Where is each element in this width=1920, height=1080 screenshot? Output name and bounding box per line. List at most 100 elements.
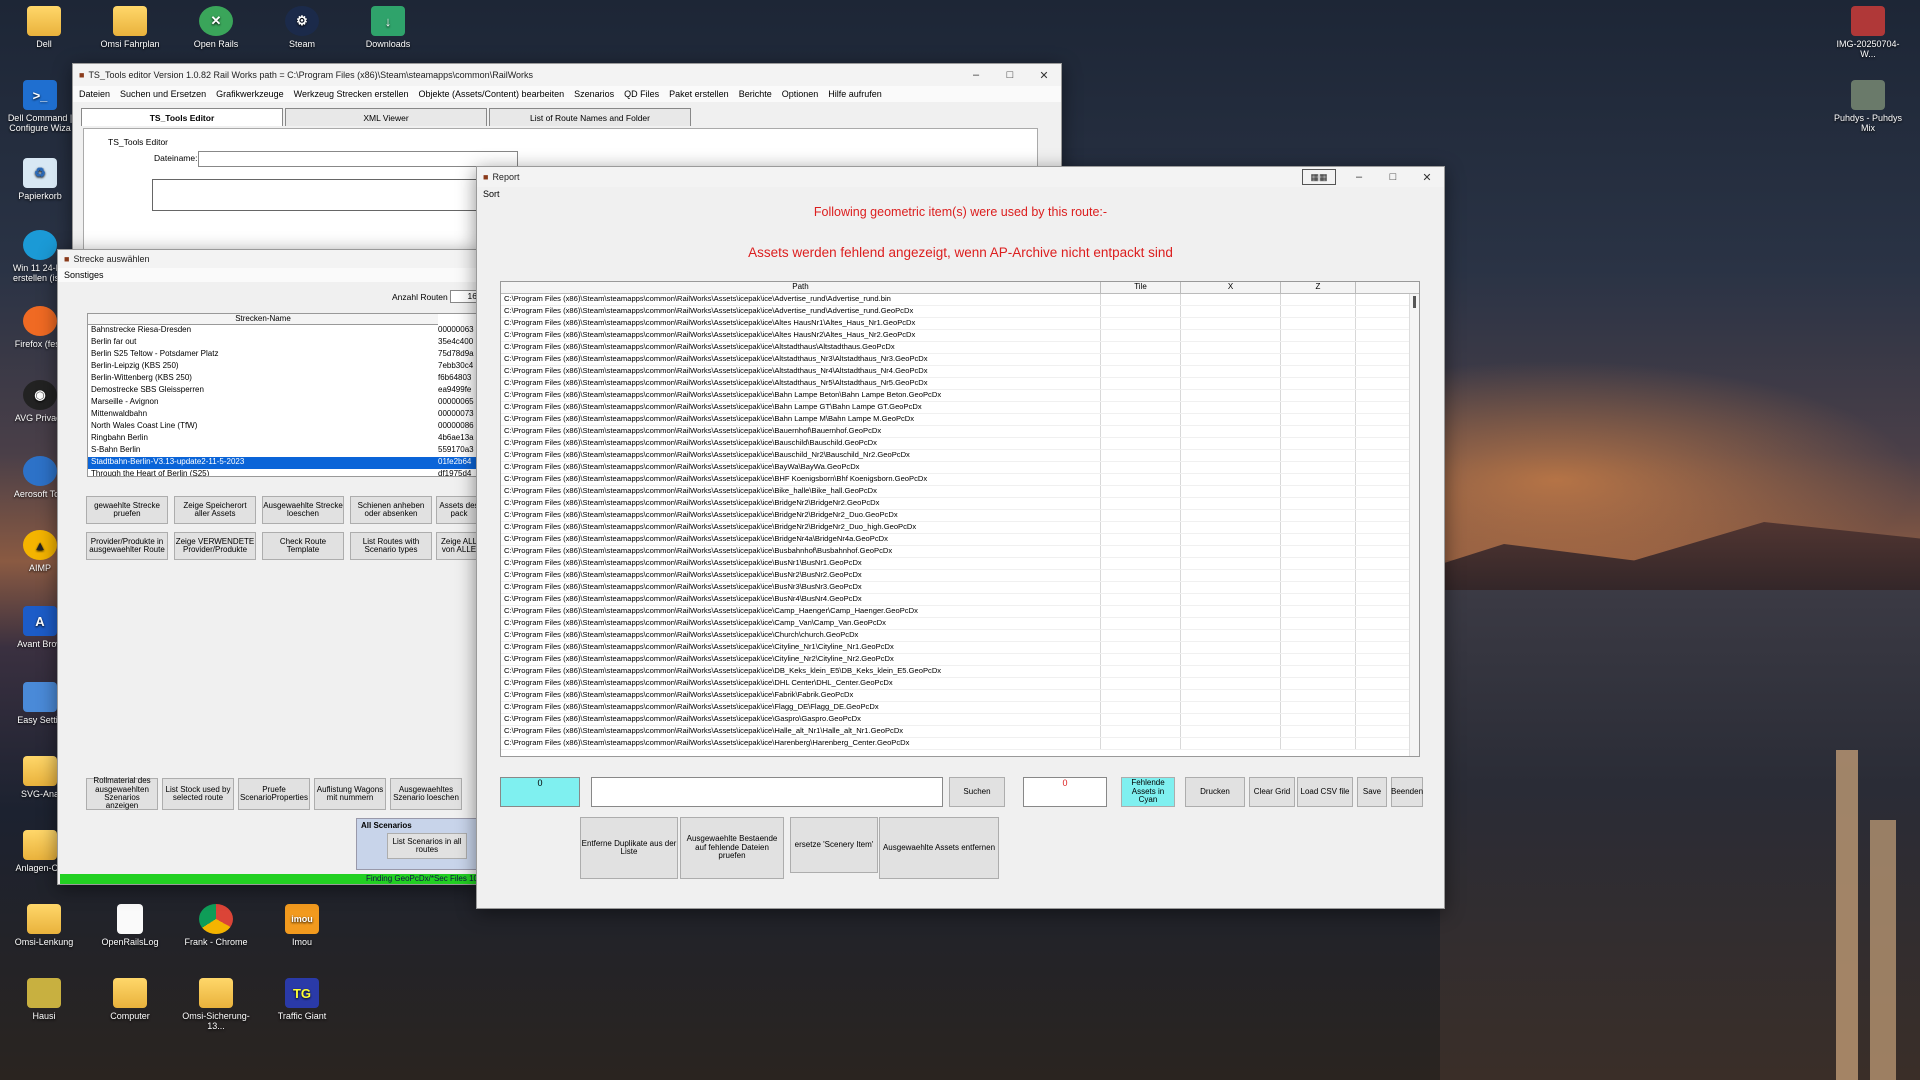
route-list-item[interactable]: Marseille - Avignon 00000065 (88, 397, 481, 409)
desktop-icon-dell[interactable]: Dell (8, 6, 80, 49)
list-stock-button[interactable]: List Stock used by selected route (162, 778, 234, 810)
table-row[interactable]: C:\Program Files (x86)\Steam\steamapps\c… (501, 450, 1419, 462)
grid-scrollbar[interactable] (1409, 294, 1419, 756)
route-list-item[interactable]: Demostrecke SBS Gleissperren ea9499fe (88, 385, 481, 397)
menu-item-paket[interactable]: Paket erstellen (669, 89, 729, 99)
table-row[interactable]: C:\Program Files (x86)\Steam\steamapps\c… (501, 642, 1419, 654)
menu-item-hilfe[interactable]: Hilfe aufrufen (828, 89, 882, 99)
table-row[interactable]: C:\Program Files (x86)\Steam\steamapps\c… (501, 618, 1419, 630)
replace-scenery-item-button[interactable]: ersetze 'Scenery Item' (790, 817, 878, 873)
table-row[interactable]: C:\Program Files (x86)\Steam\steamapps\c… (501, 594, 1419, 606)
minimize-button[interactable]: – (959, 64, 993, 86)
exit-button[interactable]: Beenden (1391, 777, 1423, 807)
table-row[interactable]: C:\Program Files (x86)\Steam\steamapps\c… (501, 738, 1419, 750)
clear-grid-button[interactable]: Clear Grid (1249, 777, 1295, 807)
route-list-item[interactable]: Berlin far out 35e4c400 (88, 337, 481, 349)
show-used-providers-button[interactable]: Zeige VERWENDETE Provider/Produkte (174, 532, 256, 560)
table-row[interactable]: C:\Program Files (x86)\Steam\steamapps\c… (501, 414, 1419, 426)
table-row[interactable]: C:\Program Files (x86)\Steam\steamapps\c… (501, 558, 1419, 570)
menu-item-dateien[interactable]: Dateien (79, 89, 110, 99)
desktop-icon-omsi-fahrplan[interactable]: Omsi Fahrplan (94, 6, 166, 49)
check-route-template-button[interactable]: Check Route Template (262, 532, 344, 560)
desktop-icon-puhdys[interactable]: Puhdys - Puhdys Mix (1832, 80, 1904, 133)
table-row[interactable]: C:\Program Files (x86)\Steam\steamapps\c… (501, 630, 1419, 642)
print-button[interactable]: Drucken (1185, 777, 1245, 807)
check-route-button[interactable]: gewaehlte Strecke pruefen (86, 496, 168, 524)
maximize-button[interactable]: □ (1376, 166, 1410, 188)
close-button[interactable]: ✕ (1410, 166, 1444, 188)
desktop-icon-omsi-sicherung[interactable]: Omsi-Sicherung-13... (180, 978, 252, 1031)
menu-item-grafik[interactable]: Grafikwerkzeuge (216, 89, 284, 99)
filename-input[interactable] (198, 151, 518, 167)
table-row[interactable]: C:\Program Files (x86)\Steam\steamapps\c… (501, 522, 1419, 534)
table-row[interactable]: C:\Program Files (x86)\Steam\steamapps\c… (501, 726, 1419, 738)
table-row[interactable]: C:\Program Files (x86)\Steam\steamapps\c… (501, 570, 1419, 582)
desktop-icon-traffic-giant[interactable]: TG Traffic Giant (266, 978, 338, 1021)
menu-item-sonstiges[interactable]: Sonstiges (64, 270, 104, 280)
count-left-field[interactable]: 0 (500, 777, 580, 807)
table-row[interactable]: C:\Program Files (x86)\Steam\steamapps\c… (501, 678, 1419, 690)
check-missing-files-button[interactable]: Ausgewaehlte Bestaende auf fehlende Date… (680, 817, 784, 879)
table-row[interactable]: C:\Program Files (x86)\Steam\steamapps\c… (501, 654, 1419, 666)
table-row[interactable]: C:\Program Files (x86)\Steam\steamapps\c… (501, 378, 1419, 390)
column-z[interactable]: Z (1281, 282, 1356, 293)
menu-item-qd-files[interactable]: QD Files (624, 89, 659, 99)
route-list-item[interactable]: Berlin S25 Teltow - Potsdamer Platz 75d78… (88, 349, 481, 361)
editor-textbox[interactable] (152, 179, 512, 211)
list-wagons-button[interactable]: Auflistung Wagons mit nummern (314, 778, 386, 810)
remove-duplicates-button[interactable]: Entferne Duplikate aus der Liste (580, 817, 678, 879)
tab-ts-tools-editor[interactable]: TS_Tools Editor (81, 108, 283, 126)
desktop-icon-img[interactable]: IMG-20250704-W... (1832, 6, 1904, 59)
route-list-item[interactable]: Bahnstrecke Riesa-Dresden 00000063 (88, 325, 481, 337)
show-assets-location-button[interactable]: Zeige Speicherort aller Assets (174, 496, 256, 524)
desktop-icon-openrailslog[interactable]: OpenRailsLog (94, 904, 166, 947)
desktop-icon-chrome[interactable]: Frank - Chrome (180, 904, 252, 947)
remove-selected-assets-button[interactable]: Ausgewaehlte Assets entfernen (879, 817, 999, 879)
table-row[interactable]: C:\Program Files (x86)\Steam\steamapps\c… (501, 318, 1419, 330)
raise-rails-button[interactable]: Schienen anheben oder absenken (350, 496, 432, 524)
check-scenario-properties-button[interactable]: Pruefe ScenarioProperties (238, 778, 310, 810)
desktop-icon-open-rails[interactable]: ✕ Open Rails (180, 6, 252, 49)
table-row[interactable]: C:\Program Files (x86)\Steam\steamapps\c… (501, 366, 1419, 378)
missing-assets-cyan-button[interactable]: Fehlende Assets in Cyan (1121, 777, 1175, 807)
route-list-item[interactable]: Ringbahn Berlin 4b6ae13a (88, 433, 481, 445)
table-row[interactable]: C:\Program Files (x86)\Steam\steamapps\c… (501, 474, 1419, 486)
desktop-icon-computer[interactable]: Computer (94, 978, 166, 1021)
route-list-item[interactable]: S-Bahn Berlin 559170a3 (88, 445, 481, 457)
providers-in-route-button[interactable]: Provider/Produkte in ausgewaehlter Route (86, 532, 168, 560)
table-row[interactable]: C:\Program Files (x86)\Steam\steamapps\c… (501, 294, 1419, 306)
menu-item-werkzeug[interactable]: Werkzeug Strecken erstellen (294, 89, 409, 99)
column-x[interactable]: X (1181, 282, 1281, 293)
table-row[interactable]: C:\Program Files (x86)\Steam\steamapps\c… (501, 714, 1419, 726)
column-tile[interactable]: Tile (1101, 282, 1181, 293)
table-row[interactable]: C:\Program Files (x86)\Steam\steamapps\c… (501, 690, 1419, 702)
minimize-button[interactable]: – (1342, 166, 1376, 188)
table-row[interactable]: C:\Program Files (x86)\Steam\steamapps\c… (501, 426, 1419, 438)
close-button[interactable]: ✕ (1027, 64, 1061, 86)
column-path[interactable]: Path (501, 282, 1101, 293)
table-row[interactable]: C:\Program Files (x86)\Steam\steamapps\c… (501, 306, 1419, 318)
show-rolling-stock-button[interactable]: Rollmaterial des ausgewaehlten Szenarios… (86, 777, 158, 810)
delete-scenario-button[interactable]: Ausgewaehltes Szenario loeschen (390, 778, 462, 810)
table-row[interactable]: C:\Program Files (x86)\Steam\steamapps\c… (501, 582, 1419, 594)
tab-route-names[interactable]: List of Route Names and Folder (489, 108, 691, 126)
table-row[interactable]: C:\Program Files (x86)\Steam\steamapps\c… (501, 390, 1419, 402)
menu-item-objekte[interactable]: Objekte (Assets/Content) bearbeiten (419, 89, 565, 99)
route-list-item[interactable]: Through the Heart of Berlin (S25) df1975d… (88, 469, 481, 476)
desktop-icon-hausi[interactable]: Hausi (8, 978, 80, 1021)
route-list-item[interactable]: Berlin-Wittenberg (KBS 250) f6b64803 (88, 373, 481, 385)
table-row[interactable]: C:\Program Files (x86)\Steam\steamapps\c… (501, 498, 1419, 510)
list-scenarios-button[interactable]: List Scenarios in all routes (387, 833, 467, 859)
table-row[interactable]: C:\Program Files (x86)\Steam\steamapps\c… (501, 702, 1419, 714)
table-row[interactable]: C:\Program Files (x86)\Steam\steamapps\c… (501, 486, 1419, 498)
table-row[interactable]: C:\Program Files (x86)\Steam\steamapps\c… (501, 330, 1419, 342)
delete-route-button[interactable]: Ausgewaehlte Strecke loeschen (262, 496, 344, 524)
menu-item-berichte[interactable]: Berichte (739, 89, 772, 99)
table-row[interactable]: C:\Program Files (x86)\Steam\steamapps\c… (501, 438, 1419, 450)
load-csv-button[interactable]: Load CSV file (1297, 777, 1353, 807)
menu-item-szenarios[interactable]: Szenarios (574, 89, 614, 99)
table-row[interactable]: C:\Program Files (x86)\Steam\steamapps\c… (501, 342, 1419, 354)
desktop-icon-dell-command[interactable]: >_ Dell Command | Configure Wiza (4, 80, 76, 133)
table-row[interactable]: C:\Program Files (x86)\Steam\steamapps\c… (501, 666, 1419, 678)
table-row[interactable]: C:\Program Files (x86)\Steam\steamapps\c… (501, 606, 1419, 618)
